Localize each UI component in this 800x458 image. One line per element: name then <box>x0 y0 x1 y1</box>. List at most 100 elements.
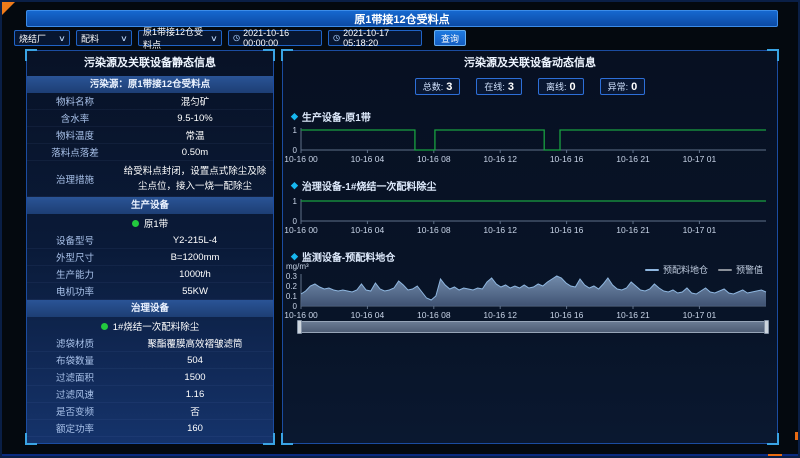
dynamic-info-panel: 污染源及关联设备动态信息 总数:3在线:3离线:0异常:0 ◆ 生产设备-原1带… <box>282 50 778 444</box>
x-axis-label: 10-16 21 <box>616 310 650 320</box>
info-row: 是否变频否 <box>27 403 273 420</box>
info-label: 过滤面积 <box>27 370 123 384</box>
y-axis-label: 1 <box>293 126 298 135</box>
info-label: 治理措施 <box>27 172 123 186</box>
x-axis-label: 10-16 21 <box>616 154 650 164</box>
plant-select-value: 烧结厂 <box>19 32 46 45</box>
end-datetime-input[interactable]: 2021-10-17 05:18:20 <box>328 30 422 46</box>
panel-corner-icon <box>25 433 37 445</box>
x-axis-label: 10-16 08 <box>417 310 451 320</box>
info-value: 否 <box>123 404 273 418</box>
info-label: 含水率 <box>27 111 123 125</box>
x-axis-label: 10-16 16 <box>550 310 584 320</box>
dust-concentration-chart: mg/m³10-16 0010-16 0410-16 0810-16 1210-… <box>283 260 777 326</box>
panel-corner-icon <box>263 433 275 445</box>
scrollbar-right-handle[interactable] <box>764 320 769 334</box>
info-value: B=1200mm <box>123 252 273 263</box>
diamond-icon: ◆ <box>291 180 298 191</box>
info-value: 0.50m <box>123 147 273 158</box>
chevron-down-icon: ∨ <box>58 34 66 43</box>
info-row: 外型尺寸B=1200mm <box>27 249 273 266</box>
static-panel-title: 污染源及关联设备静态信息 <box>27 51 273 76</box>
status-badge: 在线:3 <box>476 78 522 95</box>
y-axis-label: 0.2 <box>286 282 298 291</box>
panel-corner-icon <box>263 49 275 61</box>
y-axis-unit-label: mg/m³ <box>286 262 309 271</box>
page-title-bar: 原1带接12仓受料点 <box>26 10 778 27</box>
x-axis-label: 10-16 16 <box>550 154 584 164</box>
info-row: 额定功率160 <box>27 420 273 437</box>
info-value: 1.16 <box>123 389 273 400</box>
time-range-scrollbar[interactable] <box>298 321 768 333</box>
scrollbar-left-handle[interactable] <box>297 320 302 334</box>
info-row: 过滤风速1.16 <box>27 386 273 403</box>
status-badge: 总数:3 <box>415 78 461 95</box>
status-badge: 异常:0 <box>600 78 646 95</box>
x-axis-label: 10-16 04 <box>351 154 385 164</box>
info-label: 生产能力 <box>27 267 123 281</box>
panel-corner-icon <box>767 49 779 61</box>
end-datetime-value: 2021-10-17 05:18:20 <box>343 28 417 48</box>
point-select[interactable]: 原1带接12仓受料点 ∨ <box>138 30 222 46</box>
device-name: 1#烧结一次配料除尘 <box>113 319 200 333</box>
info-value: 504 <box>123 355 273 366</box>
y-axis-label: 0 <box>293 302 298 311</box>
panel-corner-icon <box>281 433 293 445</box>
badge-label: 在线: <box>484 80 505 93</box>
info-label: 外型尺寸 <box>27 250 123 264</box>
x-axis-label: 10-16 08 <box>417 154 451 164</box>
treatment-chart-title: 治理设备-1#烧结一次配料除尘 <box>302 178 436 193</box>
status-dot-icon <box>132 220 139 227</box>
x-axis-label: 10-16 12 <box>483 310 517 320</box>
start-datetime-value: 2021-10-16 00:00:00 <box>243 28 317 48</box>
static-info-panel: 污染源及关联设备静态信息 污染源：原1带接12仓受料点物料名称混匀矿含水率9.5… <box>26 50 274 444</box>
x-axis-label: 10-16 16 <box>550 225 584 235</box>
y-axis-label: 0 <box>293 217 298 226</box>
device-name: 原1带 <box>144 216 168 230</box>
chevron-down-icon: ∨ <box>210 34 218 43</box>
section-band: 生产设备 <box>27 197 273 214</box>
info-row: 生产能力1000t/h <box>27 266 273 283</box>
info-row: 物料温度常温 <box>27 127 273 144</box>
x-axis-label: 10-16 00 <box>284 225 318 235</box>
badge-value: 0 <box>570 81 576 93</box>
y-axis-label: 0.3 <box>286 272 298 281</box>
x-axis-label: 10-16 00 <box>284 310 318 320</box>
x-axis-label: 10-16 12 <box>483 154 517 164</box>
info-value: 1500 <box>123 372 273 383</box>
info-value: 1000t/h <box>123 269 273 280</box>
query-button[interactable]: 查询 <box>434 30 466 46</box>
chevron-down-icon: ∨ <box>120 34 128 43</box>
info-label: 设备型号 <box>27 233 123 247</box>
info-value: Y2-215L-4 <box>123 235 273 246</box>
static-info-list: 污染源：原1带接12仓受料点物料名称混匀矿含水率9.5-10% 物料温度常温落料点… <box>27 76 273 437</box>
device-row: 1#烧结一次配料除尘 <box>27 317 273 335</box>
page-title: 原1带接12仓受料点 <box>354 11 449 27</box>
start-datetime-input[interactable]: 2021-10-16 00:00:00 <box>228 30 322 46</box>
panel-corner-icon <box>767 433 779 445</box>
orange-tick-accent <box>795 432 798 440</box>
info-label: 过滤风速 <box>27 387 123 401</box>
badge-value: 3 <box>508 81 514 93</box>
plant-select[interactable]: 烧结厂 ∨ <box>14 30 70 46</box>
treatment-chart-header: ◆ 治理设备-1#烧结一次配料除尘 <box>291 178 436 193</box>
process-select[interactable]: 配料 ∨ <box>76 30 132 46</box>
info-value: 160 <box>123 423 273 434</box>
info-label: 落料点落差 <box>27 145 123 159</box>
info-label: 滤袋材质 <box>27 336 123 350</box>
x-axis-label: 10-16 04 <box>351 225 385 235</box>
info-row: 物料名称混匀矿 <box>27 93 273 110</box>
section-band: 污染源：原1带接12仓受料点 <box>27 76 273 93</box>
production-chart-header: ◆ 生产设备-原1带 <box>291 109 371 124</box>
info-row: 布袋数量504 <box>27 352 273 369</box>
clock-icon <box>333 34 340 42</box>
info-row: 过滤面积1500 <box>27 369 273 386</box>
badge-value: 0 <box>631 81 637 93</box>
info-label: 是否变频 <box>27 404 123 418</box>
section-band: 治理设备 <box>27 300 273 317</box>
x-axis-label: 10-17 01 <box>683 225 717 235</box>
panel-corner-icon <box>25 49 37 61</box>
status-badge: 离线:0 <box>538 78 584 95</box>
production-chart-title: 生产设备-原1带 <box>302 109 371 124</box>
info-value: 9.5-10% <box>123 113 273 124</box>
